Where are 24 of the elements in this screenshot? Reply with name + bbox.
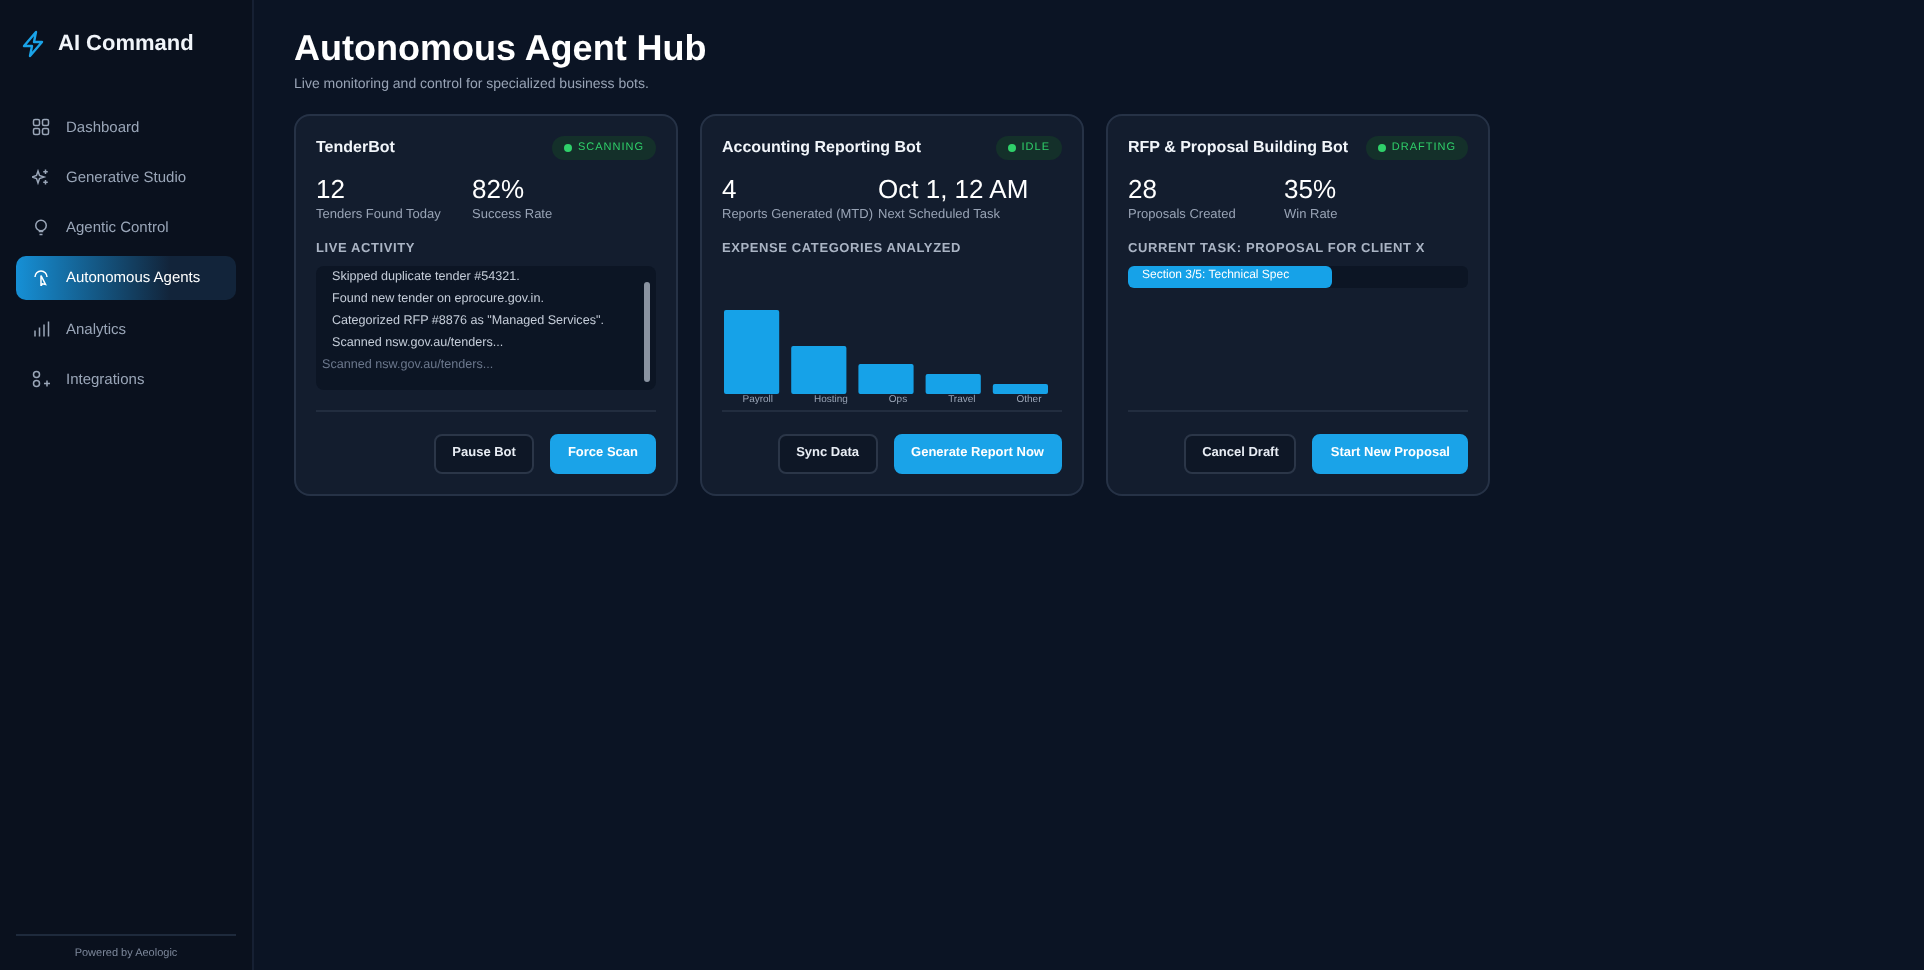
chart-bar: [858, 364, 914, 395]
stat-value: 82%: [472, 176, 527, 206]
app-title: AI Command: [58, 30, 194, 60]
stat-value: 28: [1128, 176, 1159, 206]
lightning-icon: [20, 30, 46, 59]
cursor-icon: [32, 268, 50, 287]
chart-bar: [992, 384, 1048, 395]
bar-chart-icon: [32, 319, 50, 338]
stat-value: Oct 1, 12 AM: [878, 176, 1031, 206]
scrollbar[interactable]: [644, 282, 650, 383]
bot-name: TenderBot: [316, 136, 395, 161]
sparkle-icon: [32, 167, 50, 186]
stat-value: 4: [722, 176, 739, 206]
nodes-icon: [32, 369, 50, 388]
chart-bar: [925, 374, 981, 395]
page-title: Autonomous Agent Hub: [294, 28, 709, 72]
bot-name: Accounting Reporting Bot: [722, 136, 922, 161]
grid-icon: [32, 117, 50, 136]
bot-name: RFP & Proposal Building Bot: [1128, 136, 1349, 161]
bulb-icon: [32, 218, 50, 237]
chart-bar: [791, 346, 847, 395]
stat-value: 35%: [1284, 176, 1339, 206]
stat-value: 12: [316, 176, 347, 206]
chart-bar: [724, 310, 780, 395]
